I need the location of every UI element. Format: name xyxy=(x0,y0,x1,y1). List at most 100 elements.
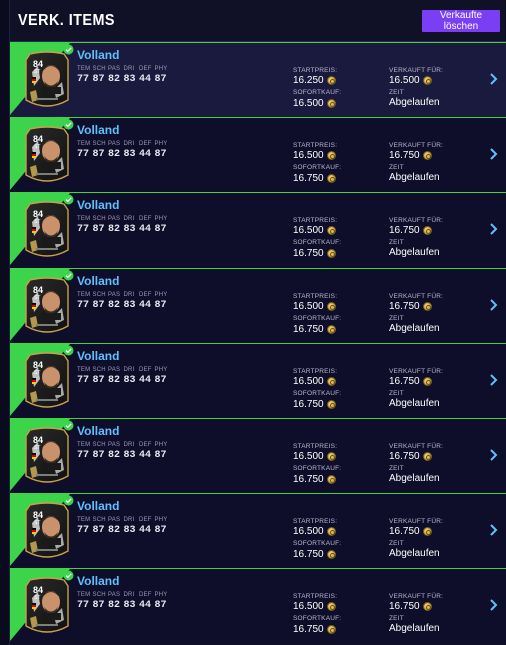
stat-label: PHY xyxy=(154,441,168,448)
stat-values: 77 87 82 83 44 87 xyxy=(77,149,170,160)
card-position: ST xyxy=(34,144,41,151)
player-name: Volland xyxy=(77,423,120,438)
sold-for-value: 16.750 xyxy=(389,601,432,612)
stat-label: TEM xyxy=(77,592,91,599)
sold-item-row[interactable]: 84 ST Volland TEM SCH PAS DRI DEF PHY 77 87 82 8… xyxy=(10,342,506,418)
sold-for-amount: 16.750 xyxy=(389,375,420,387)
sold-item-row[interactable]: 84 ST Volland TEM SCH PAS DRI DEF PHY 77 87 82 8… xyxy=(10,417,506,494)
stat-label: PHY xyxy=(154,66,168,72)
sold-item-row[interactable]: 84 ST Volland TEM SCH PAS DRI DEF PHY 77 87 82 8… xyxy=(10,117,506,193)
coin-icon xyxy=(326,99,336,108)
sold-for-value: 16.750 xyxy=(389,225,432,236)
stat-label: PHY xyxy=(154,366,168,373)
clear-sold-button[interactable]: Verkaufte löschen xyxy=(422,9,500,32)
start-price-label: STARTPREIS: xyxy=(293,367,338,375)
stat-label: DRI xyxy=(123,517,135,524)
sold-for-label: VERKAUFT FÜR: xyxy=(389,367,444,375)
chevron-right-icon[interactable] xyxy=(488,147,498,161)
card-rating: 84 xyxy=(33,209,44,220)
stat-value: 82 xyxy=(108,149,121,161)
time-label: ZEIT xyxy=(389,540,404,548)
chevron-right-icon[interactable] xyxy=(488,222,498,236)
stat-label: SCH xyxy=(92,66,106,72)
coin-icon xyxy=(326,625,336,635)
stat-value: 77 xyxy=(77,74,90,85)
stat-label: TEM xyxy=(77,216,91,223)
stat-value: 77 xyxy=(77,149,90,161)
sold-for-value: 16.750 xyxy=(389,301,432,312)
sold-for-label: VERKAUFT FÜR: xyxy=(389,292,444,300)
stat-label: DRI xyxy=(123,441,135,448)
stat-value: 87 xyxy=(92,525,105,537)
time-label: ZEIT xyxy=(389,314,404,322)
stat-value: 82 xyxy=(108,600,121,612)
start-price-value: 16.500 xyxy=(293,301,336,312)
stat-value: 87 xyxy=(92,149,105,161)
player-card-icon xyxy=(25,502,69,558)
stat-values: 77 87 82 83 44 87 xyxy=(77,450,170,461)
stat-label: DEF xyxy=(139,517,152,524)
sold-item-row[interactable]: 84 ST Volland TEM SCH PAS DRI DEF PHY 77 87 82 8… xyxy=(10,267,506,343)
buy-now-label: SOFORTKAUF: xyxy=(293,540,342,548)
sold-item-row[interactable]: 84 ST Volland TEM SCH PAS DRI DEF PHY 77 87 82 8… xyxy=(10,568,506,644)
chevron-right-icon[interactable] xyxy=(488,298,498,312)
stat-label: SCH xyxy=(92,441,106,448)
player-name: Volland xyxy=(77,574,120,589)
stat-label: DRI xyxy=(123,216,135,223)
stat-label: PHY xyxy=(154,517,168,524)
buy-now-label: SOFORTKAUF: xyxy=(293,389,342,397)
buy-now-value: 16.750 xyxy=(293,474,336,485)
sold-for-value: 16.750 xyxy=(389,376,432,387)
coin-icon xyxy=(326,376,336,386)
buy-now-amount: 16.750 xyxy=(293,473,324,485)
stat-value: 82 xyxy=(108,449,121,461)
stat-value: 83 xyxy=(123,74,136,85)
start-price-amount: 16.500 xyxy=(293,375,324,387)
stat-label: PAS xyxy=(108,291,121,298)
time-value: Abgelaufen xyxy=(389,97,440,108)
stat-label: TEM xyxy=(77,517,91,524)
stat-value: 87 xyxy=(154,149,167,161)
stat-value: 44 xyxy=(139,74,152,85)
stat-value: 82 xyxy=(108,74,121,85)
sold-for-amount: 16.750 xyxy=(389,601,420,613)
sold-item-row[interactable]: 84 ST Volland TEM SCH PAS DRI DEF PHY 77 87 82 8… xyxy=(10,493,506,569)
sold-for-value: 16.750 xyxy=(389,451,432,462)
stat-value: 83 xyxy=(123,374,136,386)
start-price-amount: 16.500 xyxy=(293,150,324,162)
coin-icon xyxy=(326,226,336,236)
stat-label: DEF xyxy=(139,66,152,72)
coin-icon xyxy=(326,602,336,612)
stat-value: 44 xyxy=(139,299,152,311)
stat-label: TEM xyxy=(77,141,91,148)
sold-item-row[interactable]: 84 ST Volland TEM SCH PAS DRI DEF PHY 77 87 82 8… xyxy=(10,192,506,268)
stat-value: 77 xyxy=(77,600,90,612)
player-card-icon xyxy=(25,352,69,408)
time-label: ZEIT xyxy=(389,615,404,623)
coin-icon xyxy=(422,301,432,311)
sold-items-list: 84 ST Volland TEM SCH PAS DRI DEF PHY 77 87 82 8… xyxy=(10,42,506,644)
stat-label: SCH xyxy=(92,216,106,223)
stat-label: SCH xyxy=(92,592,106,599)
sold-for-value: 16.750 xyxy=(389,526,432,537)
sold-item-row[interactable]: 84 ST Volland TEM SCH PAS DRI DEF PHY 77 87 82 8… xyxy=(10,42,506,118)
chevron-right-icon[interactable] xyxy=(488,598,498,612)
stat-value: 83 xyxy=(123,299,136,311)
chevron-right-icon[interactable] xyxy=(488,72,498,86)
sold-for-value: 16.750 xyxy=(389,150,432,161)
card-rating: 84 xyxy=(33,510,44,521)
stat-label: DEF xyxy=(139,592,152,599)
sold-for-label: VERKAUFT FÜR: xyxy=(389,67,444,74)
chevron-right-icon[interactable] xyxy=(488,373,498,387)
stat-value: 87 xyxy=(154,374,167,386)
coin-icon xyxy=(422,76,432,85)
buy-now-label: SOFORTKAUF: xyxy=(293,164,342,172)
buy-now-value: 16.750 xyxy=(293,624,336,635)
stat-label: TEM xyxy=(77,441,91,448)
chevron-right-icon[interactable] xyxy=(488,523,498,537)
chevron-right-icon[interactable] xyxy=(488,448,498,462)
stat-label: DRI xyxy=(123,141,135,148)
stat-value: 87 xyxy=(154,224,167,236)
checkmark-icon xyxy=(63,495,74,506)
stat-value: 44 xyxy=(139,149,152,161)
